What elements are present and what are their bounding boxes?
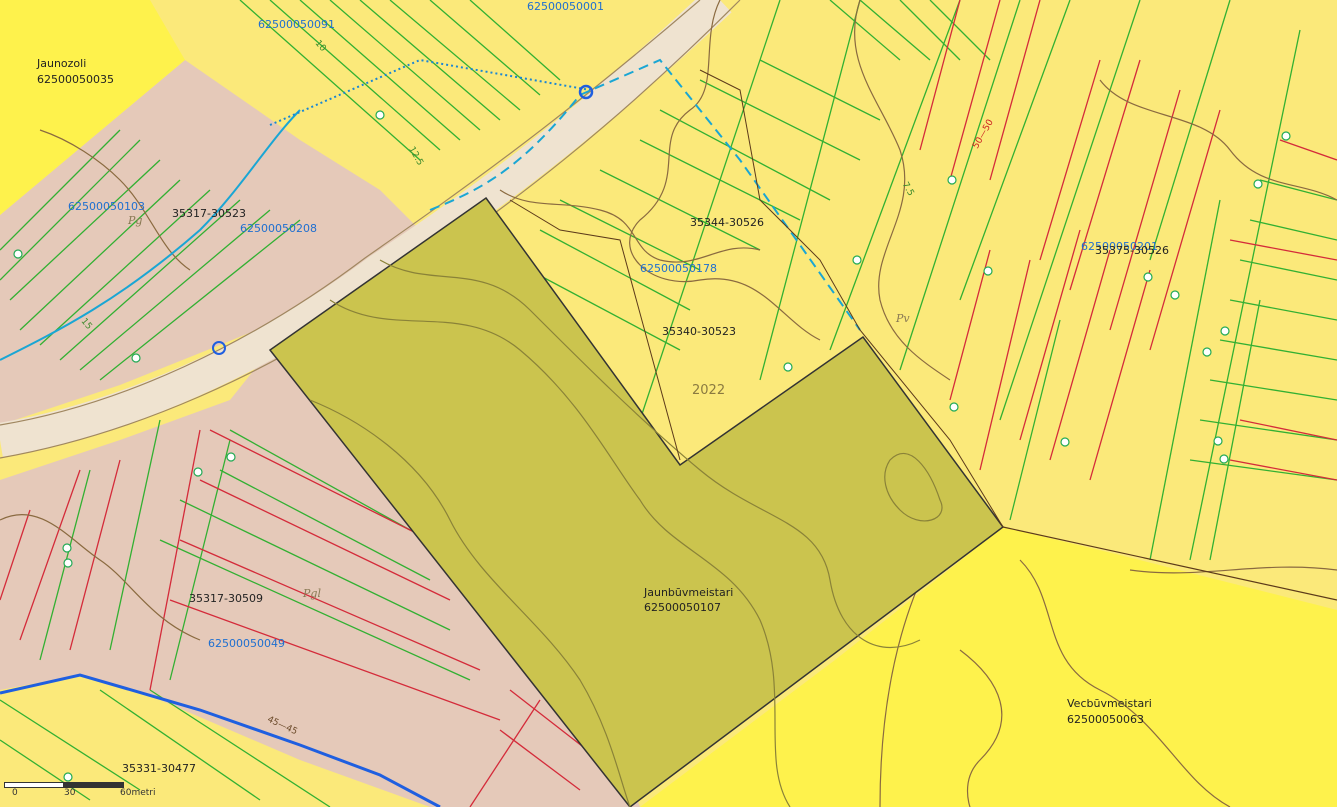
- well-marker: [1253, 179, 1263, 189]
- compartment-label: 35317-30523: [172, 207, 246, 220]
- compartment-label: 35340-30523: [662, 325, 736, 338]
- compartment-label: 35331-30477: [122, 762, 196, 775]
- parcel-code-label: 62500050063: [1067, 713, 1144, 726]
- compartment-label: 35344-30526: [690, 216, 764, 229]
- scale-bar-label: 60metri: [120, 788, 156, 798]
- cadastre-label: 62500050001: [527, 0, 604, 13]
- parcel-name-label: Jaunozoli: [37, 57, 87, 70]
- well-marker: [1220, 326, 1230, 336]
- well-marker: [852, 255, 862, 265]
- well-marker: [1202, 347, 1212, 357]
- well-marker: [1170, 290, 1180, 300]
- land-use-label: Pv: [896, 312, 910, 325]
- parcel-name-label: Jaunbūvmeistari: [644, 586, 734, 599]
- cadastre-label: 62500050091: [258, 18, 335, 31]
- well-marker: [1213, 436, 1223, 446]
- well-marker: [1219, 454, 1229, 464]
- compartment-label: 35375-30526: [1095, 244, 1169, 257]
- well-marker: [983, 266, 993, 276]
- well-marker: [783, 362, 793, 372]
- scale-bar-label: 30: [64, 788, 76, 798]
- well-marker: [131, 353, 141, 363]
- cadastre-label: 62500050103: [68, 200, 145, 213]
- parcel-name-label: Vecbūvmeistari: [1067, 697, 1152, 710]
- cadastre-label: 62500050049: [208, 637, 285, 650]
- well-marker: [62, 543, 72, 553]
- well-marker: [375, 110, 385, 120]
- well-marker: [1143, 272, 1153, 282]
- well-marker: [1060, 437, 1070, 447]
- cadastre-label: 62500050208: [240, 222, 317, 235]
- cadastre-label: 62500050178: [640, 262, 717, 275]
- well-marker: [226, 452, 236, 462]
- land-use-label: Pg: [128, 214, 143, 227]
- land-use-label: Pgl: [303, 587, 321, 600]
- compartment-label: 35317-30509: [189, 592, 263, 605]
- well-marker: [1281, 131, 1291, 141]
- well-marker: [949, 402, 959, 412]
- well-marker: [63, 558, 73, 568]
- well-marker: [193, 467, 203, 477]
- well-marker: [947, 175, 957, 185]
- parcel-code-label: 62500050107: [644, 601, 721, 614]
- scale-bar: 0 30 60metri: [4, 776, 164, 802]
- well-marker: [13, 249, 23, 259]
- scale-bar-label: 0: [12, 788, 18, 798]
- year-label: 2022: [692, 383, 726, 398]
- map-canvas[interactable]: [0, 0, 1337, 807]
- parcel-code-label: 62500050035: [37, 73, 114, 86]
